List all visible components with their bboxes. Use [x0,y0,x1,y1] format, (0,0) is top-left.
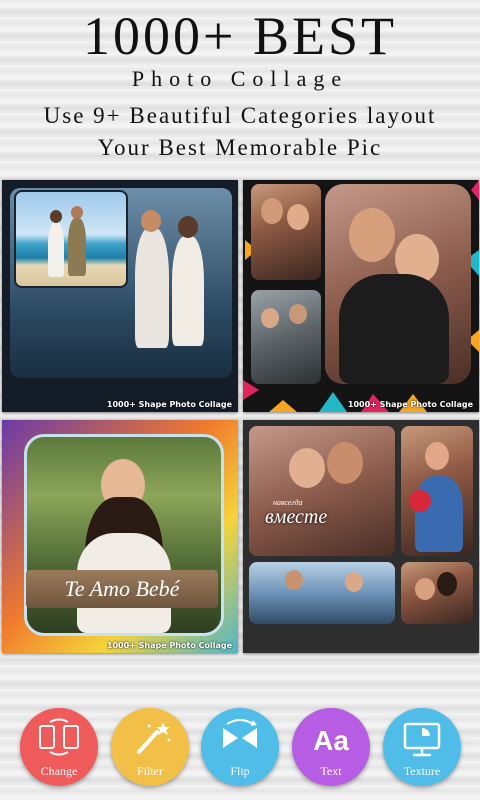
collage-photo-couple [401,562,473,624]
collage-photo-cafe [249,562,395,624]
collage-caption: 1000+ Shape Photo Collage [106,400,232,409]
promo-subtitle: Photo Collage [131,66,349,91]
flip-icon [223,719,257,748]
collage-photo-large [325,184,471,384]
texture-button[interactable]: Texture [383,708,461,786]
magic-wand-icon [137,722,171,754]
promo-tagline-2: Your Best Memorable Pic [97,135,383,160]
collage-caption: 1000+ Shape Photo Collage [106,641,232,650]
collage-photo-kiss [249,426,395,556]
change-label: Change [40,764,78,778]
change-icon [39,718,79,756]
overlay-script-text: вместе [265,506,328,528]
text-button[interactable]: Aa Text [292,708,370,786]
promo-title: 1000+ BEST [83,6,397,66]
collage-sample-sign[interactable]: Te Amo Bebé 1000+ Shape Photo Collage [2,420,238,653]
collage-photo-inset [14,190,128,288]
svg-text:Aa: Aa [313,725,349,756]
collage-sample-grid[interactable]: навсегда вместе [243,420,479,653]
change-button[interactable]: Change [20,708,98,786]
collage-caption: 1000+ Shape Photo Collage [347,400,473,409]
text-icon: Aa [313,725,349,756]
text-label: Text [320,764,342,778]
promo-tagline-1: Use 9+ Beautiful Categories layout [43,103,437,128]
collage-sample-beach[interactable]: 1000+ Shape Photo Collage [2,180,238,412]
filter-label: Filter [137,764,163,778]
filter-button[interactable]: Filter [111,708,189,786]
collage-photo-top-left [251,184,321,280]
love-sign: Te Amo Bebé [26,570,218,608]
collage-photo-bottom-left [251,290,321,384]
flip-label: Flip [230,764,250,778]
collage-sample-couple[interactable]: 1000+ Shape Photo Collage [243,180,479,412]
flip-button[interactable]: Flip [201,708,279,786]
texture-label: Texture [403,764,441,778]
collage-photo-flowers [401,426,473,556]
texture-icon [403,722,441,757]
promo-header: 1000+ BEST Photo Collage Use 9+ Beautifu… [0,0,480,175]
